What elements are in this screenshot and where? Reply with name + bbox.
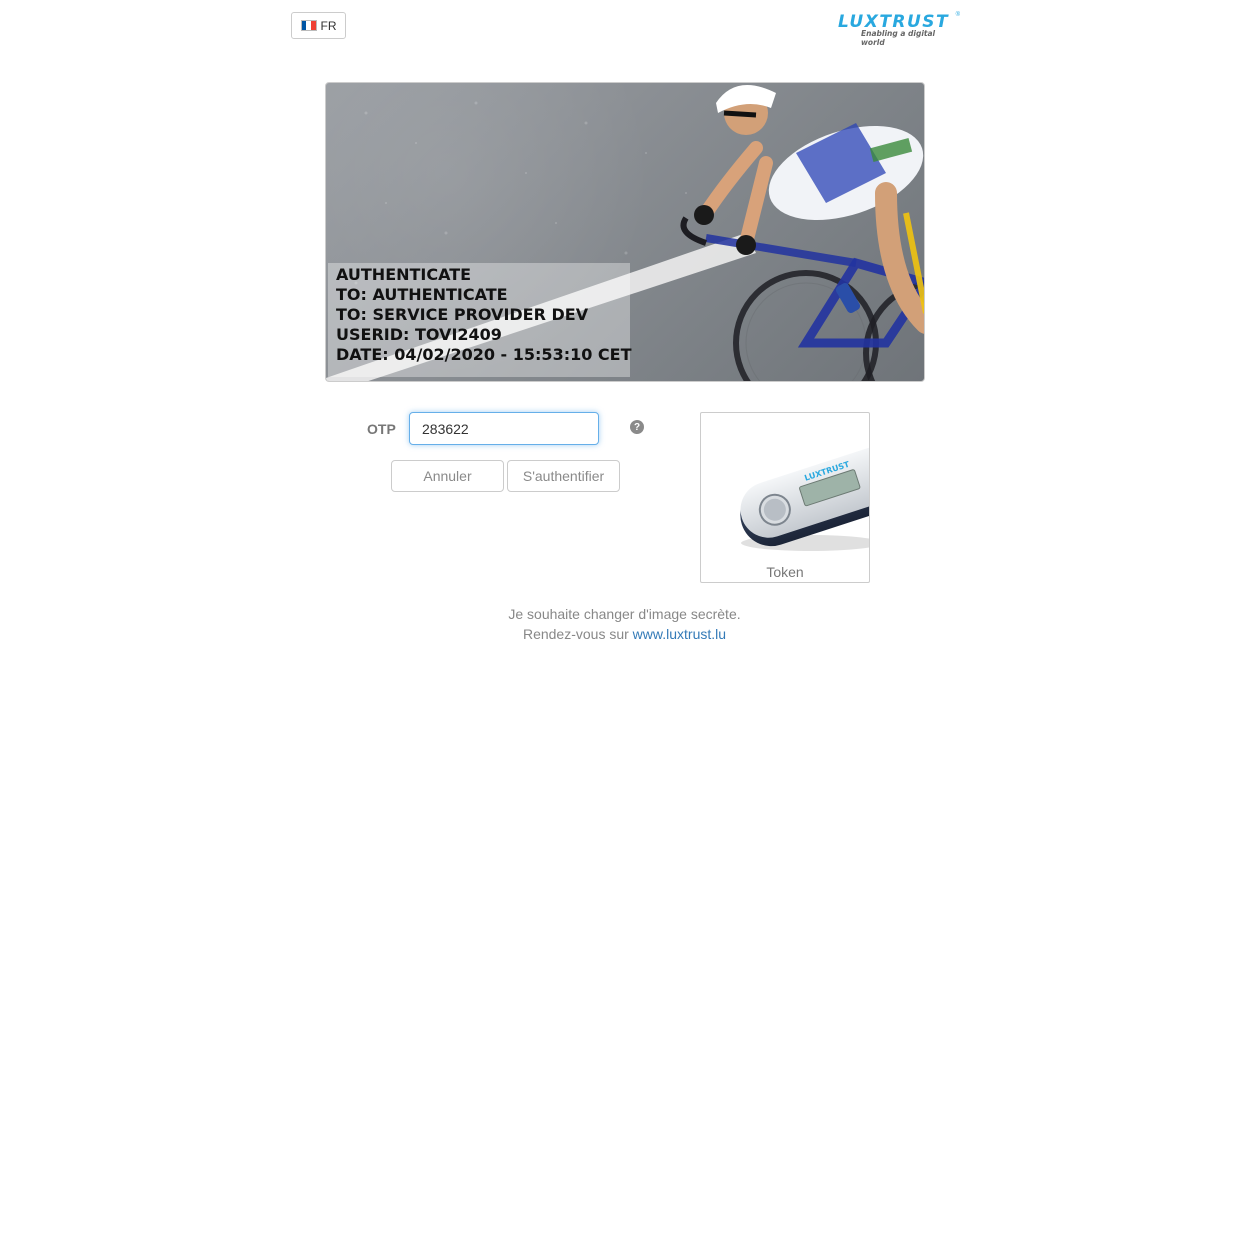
logo-tagline: Enabling a digital world — [861, 29, 936, 47]
luxtrust-website-link[interactable]: www.luxtrust.lu — [633, 626, 726, 642]
language-selector-button[interactable]: FR — [291, 12, 346, 39]
visit-site-prefix: Rendez-vous sur — [522, 626, 629, 642]
token-card[interactable]: LUXTRUST Token — [700, 412, 870, 583]
language-label: FR — [320, 18, 337, 33]
cancel-button[interactable]: Annuler — [391, 460, 504, 492]
page: FR LUXTRUST ® Enabling a digital world A… — [0, 0, 1249, 1244]
caption-line: USERID: TOVI2409 — [336, 325, 502, 344]
secret-image: AUTHENTICATE TO: AUTHENTICATE TO: SERVIC… — [325, 82, 925, 382]
caption-line: AUTHENTICATE — [336, 265, 472, 284]
france-flag-icon — [300, 20, 317, 31]
caption-line: DATE: 04/02/2020 - 15:53:10 CET — [336, 345, 632, 364]
secret-image-caption: AUTHENTICATE TO: AUTHENTICATE TO: SERVIC… — [328, 263, 632, 377]
authenticate-button[interactable]: S'authentifier — [507, 460, 620, 492]
otp-input[interactable] — [409, 412, 599, 445]
change-image-info: Je souhaite changer d'image secrète. Ren… — [0, 604, 1249, 644]
token-device-icon: LUXTRUST — [740, 447, 869, 551]
token-label: Token — [766, 564, 804, 580]
caption-line: TO: AUTHENTICATE — [336, 285, 508, 304]
luxtrust-logo: LUXTRUST ® Enabling a digital world — [836, 12, 960, 47]
otp-label: OTP — [367, 421, 396, 437]
question-circle-icon[interactable]: ? — [630, 420, 644, 434]
visit-site-line: Rendez-vous sur www.luxtrust.lu — [0, 624, 1249, 644]
logo-registered-mark: ® — [955, 12, 960, 18]
change-image-text: Je souhaite changer d'image secrète. — [508, 606, 741, 622]
caption-line: TO: SERVICE PROVIDER DEV — [336, 305, 589, 324]
